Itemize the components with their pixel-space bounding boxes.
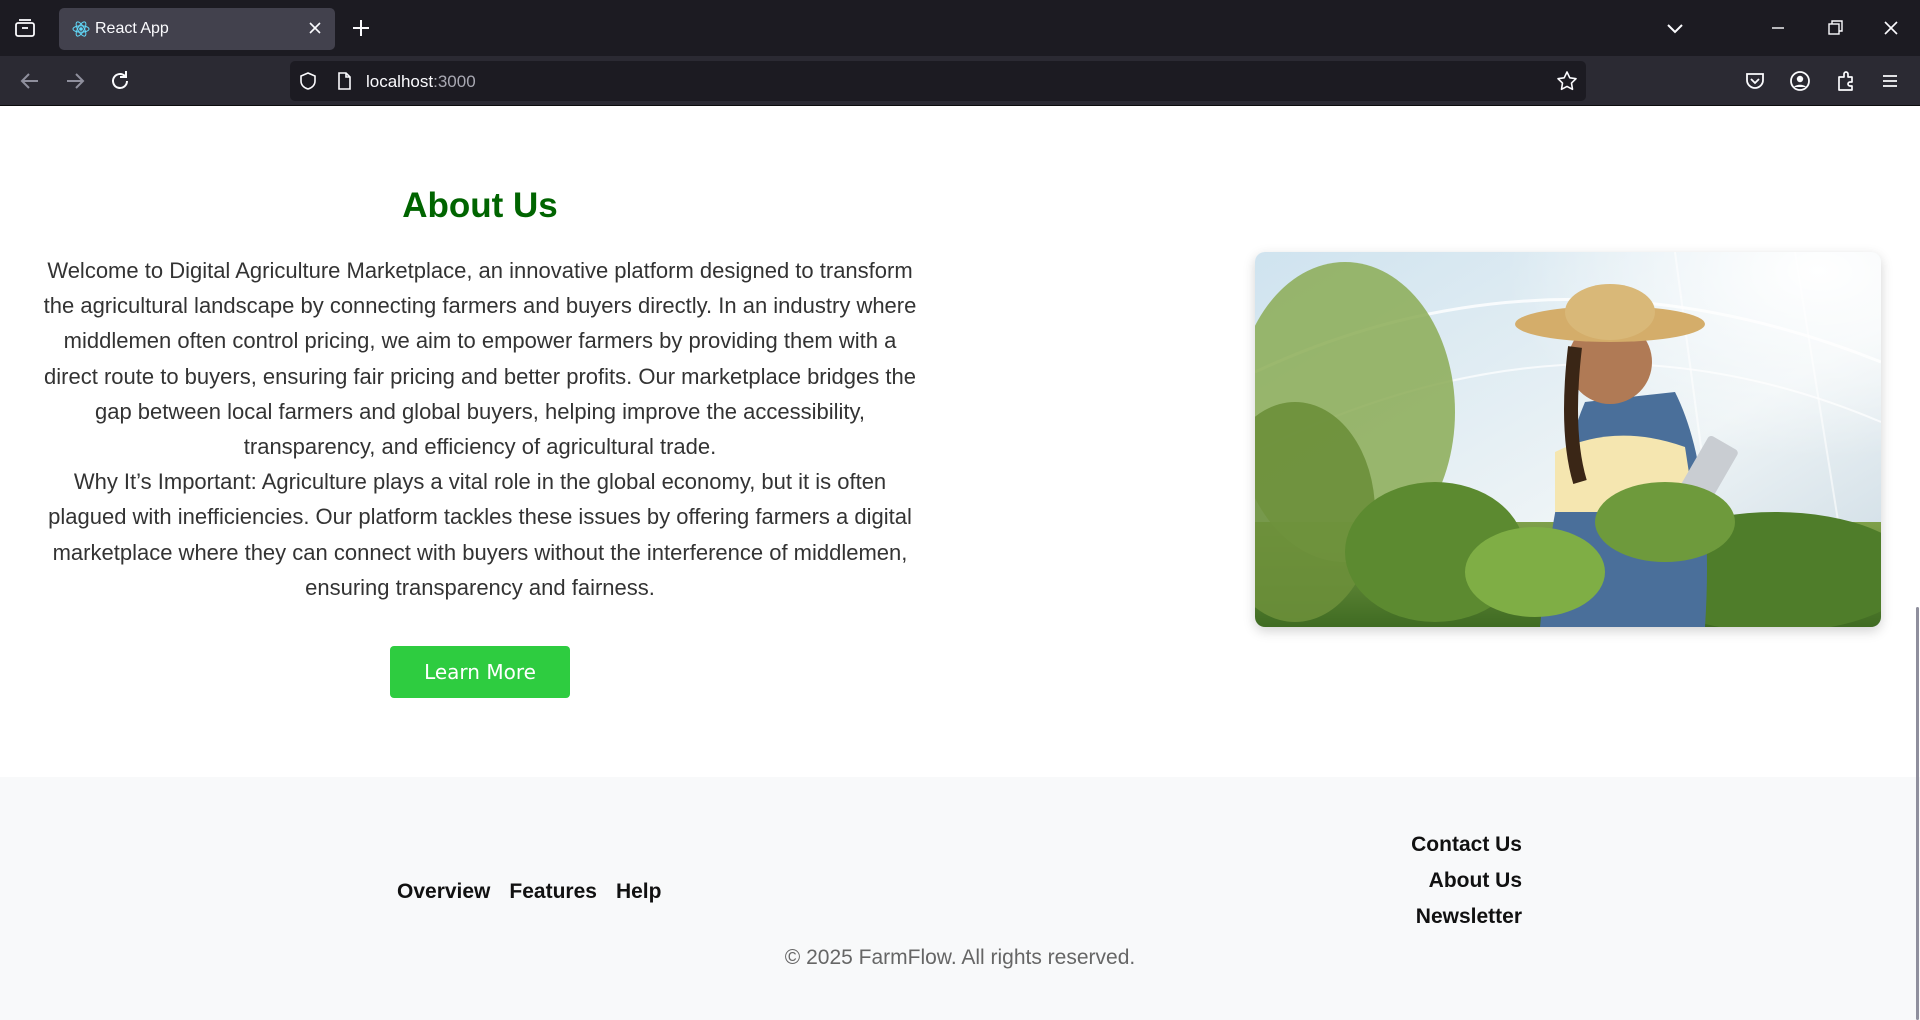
account-icon[interactable] (1787, 68, 1813, 94)
restore-icon[interactable] (1821, 14, 1849, 42)
page-content: About Us Welcome to Digital Agriculture … (0, 107, 1920, 1020)
url-host: localhost (366, 72, 434, 91)
url-text[interactable]: localhost:3000 (366, 72, 476, 92)
bookmark-star-icon[interactable] (1556, 70, 1578, 92)
browser-nav-bar: localhost:3000 (0, 56, 1920, 106)
forward-icon[interactable] (62, 68, 88, 94)
page-scrollbar[interactable] (1914, 107, 1920, 1020)
close-window-icon[interactable] (1877, 14, 1905, 42)
footer-copyright: © 2025 FarmFlow. All rights reserved. (784, 946, 1136, 969)
about-section: About Us Welcome to Digital Agriculture … (0, 107, 1920, 777)
tab-title: React App (95, 20, 169, 37)
footer-link-features[interactable]: Features (509, 880, 597, 904)
reload-icon[interactable] (107, 68, 133, 94)
shield-icon[interactable] (298, 71, 318, 91)
pocket-icon[interactable] (1742, 68, 1768, 94)
url-bar[interactable]: localhost:3000 (290, 61, 1586, 101)
menu-icon[interactable] (1877, 68, 1903, 94)
learn-more-button[interactable]: Learn More (390, 646, 570, 698)
tab-list-icon[interactable] (12, 16, 38, 40)
footer-link-help[interactable]: Help (616, 880, 662, 904)
about-paragraph-importance: Why It’s Important: Agriculture plays a … (48, 469, 912, 600)
footer-link-about-us[interactable]: About Us (1300, 863, 1522, 899)
about-paragraph-intro: Welcome to Digital Agriculture Marketpla… (43, 258, 917, 460)
about-heading: About Us (402, 186, 558, 225)
footer-link-contact-us[interactable]: Contact Us (1300, 827, 1522, 863)
extensions-icon[interactable] (1833, 68, 1859, 94)
url-port: :3000 (433, 72, 476, 91)
browser-tab[interactable]: React App (59, 8, 335, 50)
farmer-photo (1255, 252, 1881, 627)
footer-links-right: Contact Us About Us Newsletter (1300, 827, 1522, 935)
back-icon[interactable] (17, 68, 43, 94)
scrollbar-thumb[interactable] (1916, 607, 1919, 1020)
list-all-tabs-icon[interactable] (1661, 14, 1689, 42)
new-tab-icon[interactable] (349, 16, 373, 40)
minimize-icon[interactable] (1764, 14, 1792, 42)
about-text: Welcome to Digital Agriculture Marketpla… (40, 253, 920, 605)
footer-link-overview[interactable]: Overview (397, 880, 490, 904)
close-tab-icon[interactable] (305, 18, 325, 38)
footer-link-newsletter[interactable]: Newsletter (1300, 899, 1522, 935)
react-favicon (71, 19, 91, 39)
site-footer: Overview Features Help Contact Us About … (0, 777, 1920, 1020)
browser-tab-bar: React App (0, 0, 1920, 56)
footer-links-left: Overview Features Help (397, 880, 661, 904)
page-icon[interactable] (334, 71, 354, 91)
